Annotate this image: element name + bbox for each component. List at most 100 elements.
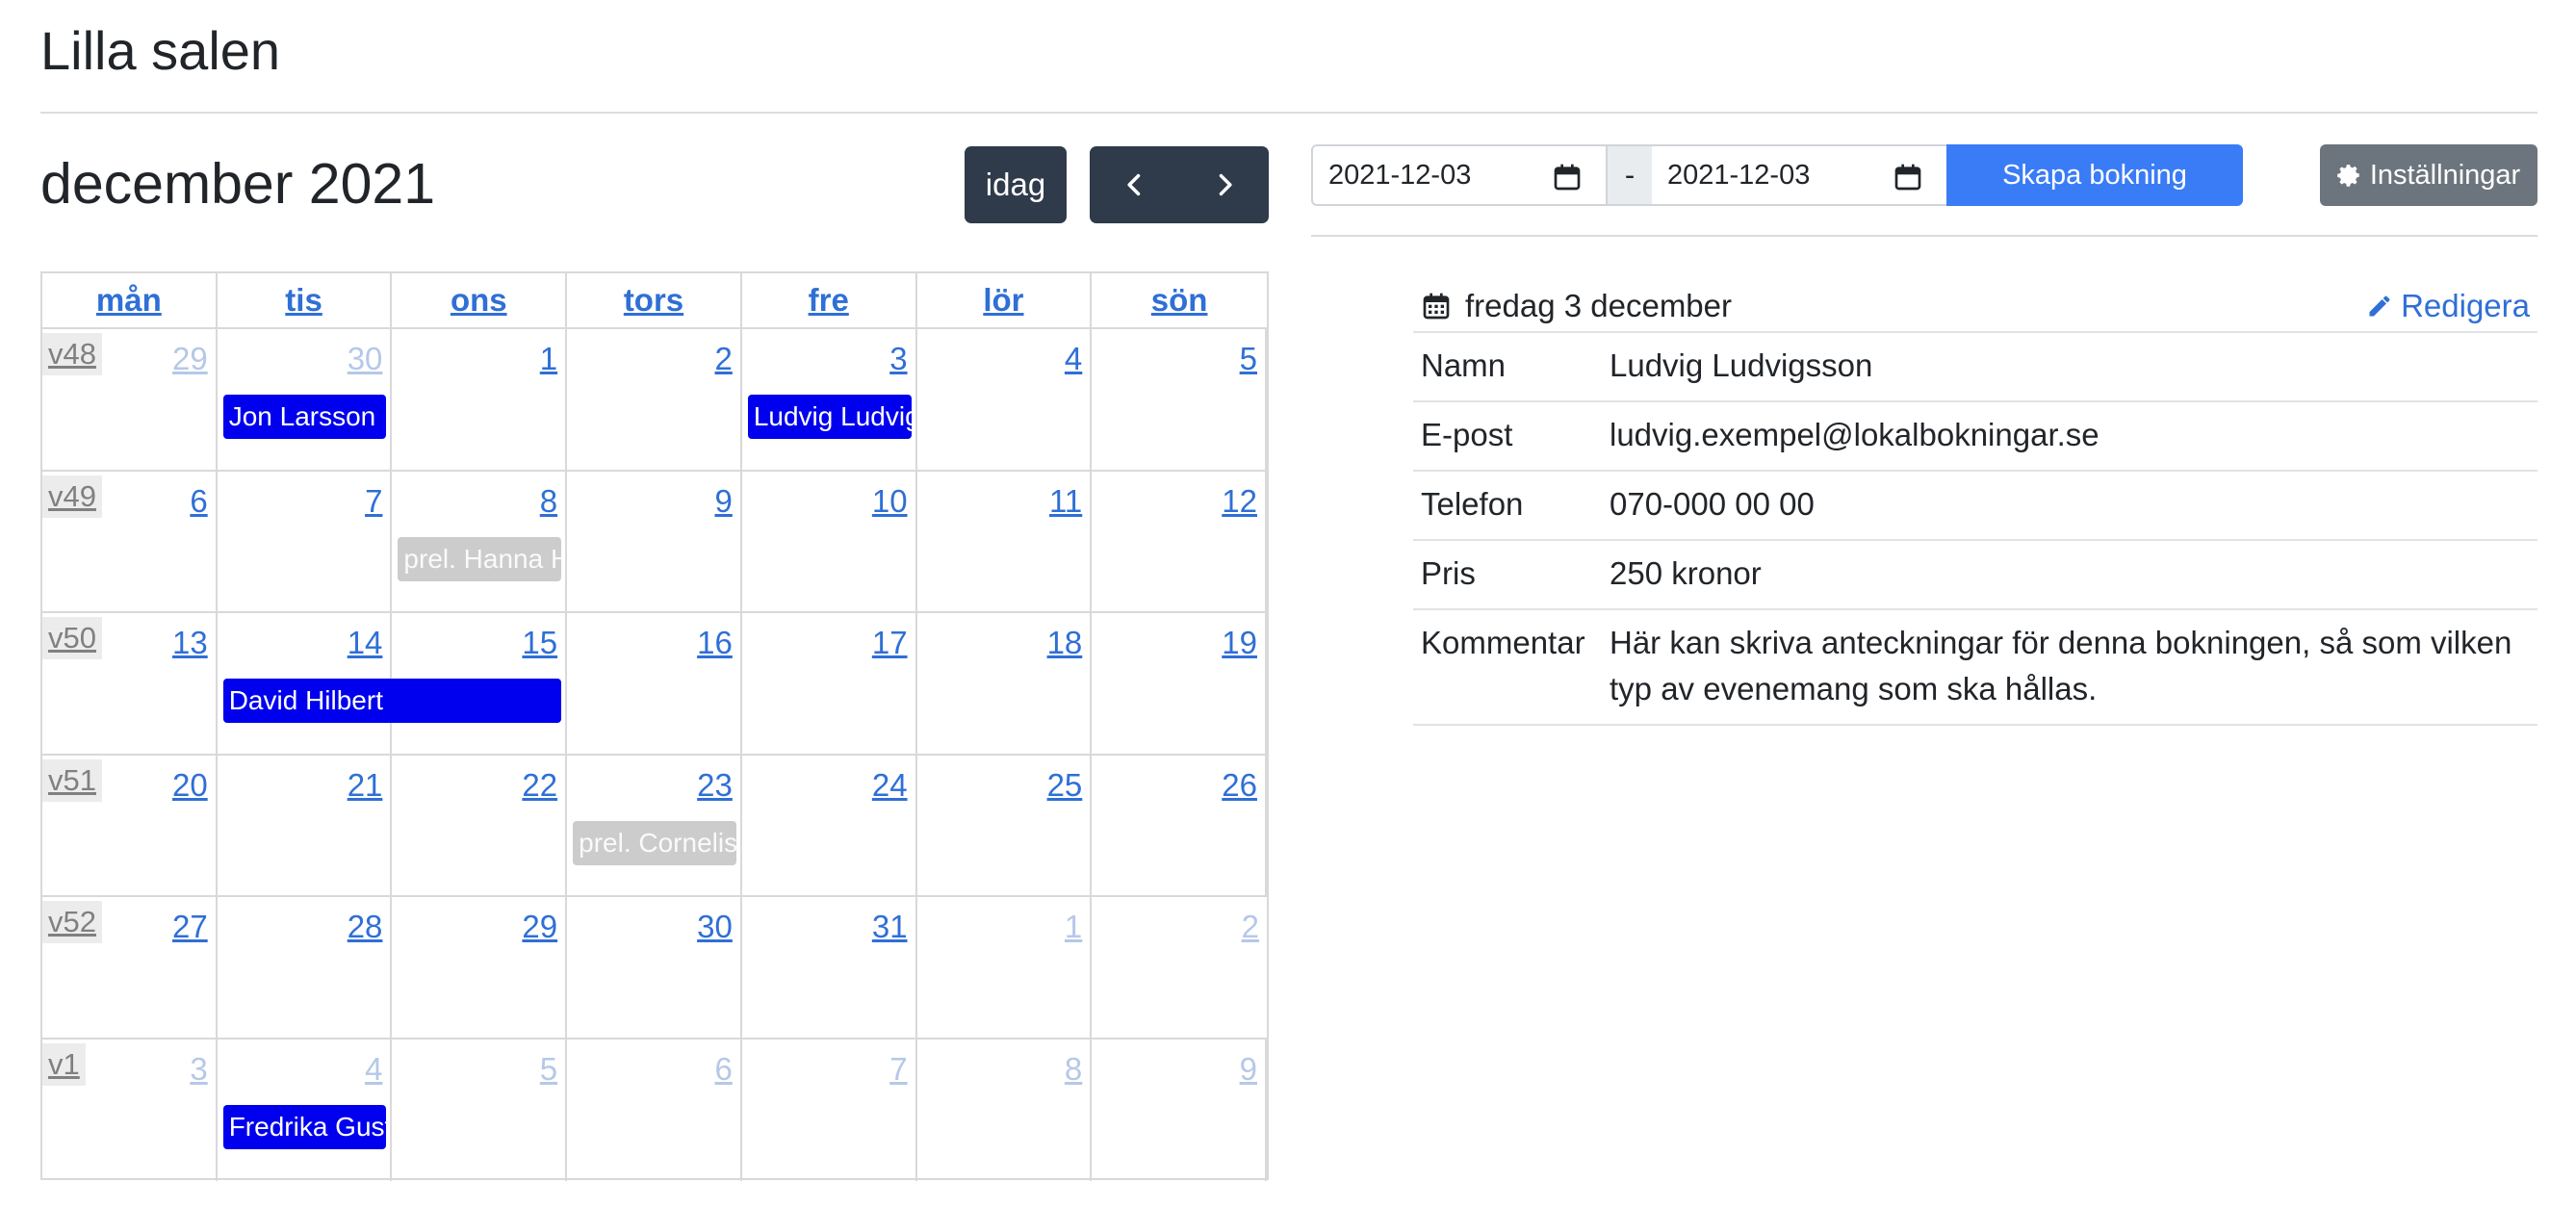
day-cell[interactable]: v49 6 [42,471,218,611]
day-cell[interactable]: 11 [917,471,1093,611]
day-number-link[interactable]: 10 [872,483,908,520]
day-number-link[interactable]: 9 [714,483,732,520]
day-number-link[interactable]: 3 [190,1051,207,1088]
week-number-link[interactable]: v49 [42,475,102,518]
day-number-link[interactable]: 14 [348,625,383,661]
weekday-header-cell[interactable]: mån [42,273,218,327]
day-number-link[interactable]: 8 [1065,1051,1082,1088]
day-cell[interactable]: 4 [917,329,1093,470]
day-number-link[interactable]: 30 [348,341,383,377]
day-cell[interactable]: v50 13 [42,613,218,754]
day-number-link[interactable]: 17 [872,625,908,661]
day-cell[interactable]: 9 [1092,1039,1267,1181]
week-number-link[interactable]: v52 [42,901,102,943]
day-number-link[interactable]: 23 [697,767,733,804]
day-number-link[interactable]: 24 [872,767,908,804]
day-number-link[interactable]: 18 [1047,625,1083,661]
weekday-header-cell[interactable]: tors [567,273,742,327]
day-cell[interactable]: v52 27 [42,897,218,1038]
day-number-link[interactable]: 13 [172,625,208,661]
day-number-link[interactable]: 7 [365,483,382,520]
day-cell[interactable]: 19 [1092,613,1267,754]
day-cell[interactable]: 5 [392,1039,568,1181]
day-number-link[interactable]: 20 [172,767,208,804]
booking-event[interactable]: Jon Larsson [222,395,387,439]
week-number-link[interactable]: v48 [42,333,102,375]
day-cell[interactable]: v51 20 [42,755,218,895]
day-cell[interactable]: 9 [567,471,742,611]
day-cell[interactable]: 26 [1092,755,1267,895]
day-cell[interactable]: 28 [218,897,393,1038]
day-number-link[interactable]: 15 [522,625,557,661]
week-number-link[interactable]: v1 [42,1042,86,1086]
day-cell[interactable]: 8 [917,1039,1093,1181]
create-booking-button[interactable]: Skapa bokning [1946,144,2243,206]
day-cell[interactable]: 25 [917,755,1093,895]
calendar-picker-icon[interactable] [1552,162,1583,193]
day-cell[interactable]: 22 [392,755,568,895]
booking-event[interactable]: prel. Cornelis [573,820,736,865]
day-cell[interactable]: 7 [218,471,393,611]
today-button[interactable]: idag [965,146,1067,223]
day-number-link[interactable]: 3 [889,341,907,377]
week-number-link[interactable]: v51 [42,758,102,802]
day-cell[interactable]: 6 [567,1039,742,1181]
weekday-header-cell[interactable]: sön [1092,273,1267,327]
booking-event[interactable]: Ludvig Ludvigsson [747,395,912,439]
day-number-link[interactable]: 21 [348,767,383,804]
booking-event[interactable]: prel. Hanna H [398,536,562,581]
day-cell[interactable]: 18 [917,613,1093,754]
day-cell[interactable]: 10 [742,471,917,611]
day-number-link[interactable]: 9 [1240,1051,1257,1088]
date-to-input[interactable]: 2021-12-03 [1652,144,1948,206]
day-number-link[interactable]: 29 [522,909,557,945]
week-number-link[interactable]: v50 [42,617,102,659]
booking-event[interactable]: David Hilbert [222,679,562,723]
day-number-link[interactable]: 19 [1222,625,1257,661]
day-number-link[interactable]: 5 [1240,341,1257,377]
date-from-input[interactable]: 2021-12-03 [1311,144,1608,206]
day-cell[interactable]: 31 [742,897,917,1038]
weekday-header-cell[interactable]: tis [218,273,393,327]
day-cell[interactable]: 7 [742,1039,917,1181]
day-number-link[interactable]: 30 [697,909,733,945]
day-number-link[interactable]: 28 [348,909,383,945]
day-cell[interactable]: 5 [1092,329,1267,470]
day-cell[interactable]: 2 [1092,897,1267,1038]
day-cell[interactable]: 12 [1092,471,1267,611]
weekday-header-cell[interactable]: ons [392,273,568,327]
day-number-link[interactable]: 29 [172,341,208,377]
day-number-link[interactable]: 5 [540,1051,557,1088]
day-number-link[interactable]: 26 [1222,767,1257,804]
day-number-link[interactable]: 12 [1222,483,1257,520]
day-number-link[interactable]: 7 [889,1051,907,1088]
day-cell[interactable]: 21 [218,755,393,895]
calendar-picker-icon[interactable] [1893,162,1923,193]
day-number-link[interactable]: 2 [714,341,732,377]
day-number-link[interactable]: 25 [1047,767,1083,804]
day-number-link[interactable]: 6 [714,1051,732,1088]
day-cell[interactable]: 24 [742,755,917,895]
day-cell[interactable]: v1 3 [42,1039,218,1181]
day-number-link[interactable]: 1 [1065,909,1082,945]
day-number-link[interactable]: 16 [697,625,733,661]
day-number-link[interactable]: 8 [540,483,557,520]
day-cell[interactable]: v48 29 [42,329,218,470]
day-number-link[interactable]: 2 [1242,909,1259,945]
day-number-link[interactable]: 4 [1065,341,1082,377]
day-cell[interactable]: 30 [567,897,742,1038]
booking-event[interactable]: Fredrika Gustafsson [222,1104,387,1149]
day-number-link[interactable]: 4 [365,1051,382,1088]
day-cell[interactable]: 1 [392,329,568,470]
edit-booking-link[interactable]: Redigera [2366,279,2530,333]
day-number-link[interactable]: 22 [522,767,557,804]
previous-month-button[interactable] [1090,146,1179,223]
day-cell[interactable]: 17 [742,613,917,754]
day-cell[interactable]: 29 [392,897,568,1038]
day-number-link[interactable]: 1 [540,341,557,377]
day-cell[interactable]: 1 [917,897,1093,1038]
weekday-header-cell[interactable]: lör [917,273,1093,327]
day-number-link[interactable]: 31 [872,909,908,945]
day-number-link[interactable]: 27 [172,909,208,945]
day-cell[interactable]: 16 [567,613,742,754]
